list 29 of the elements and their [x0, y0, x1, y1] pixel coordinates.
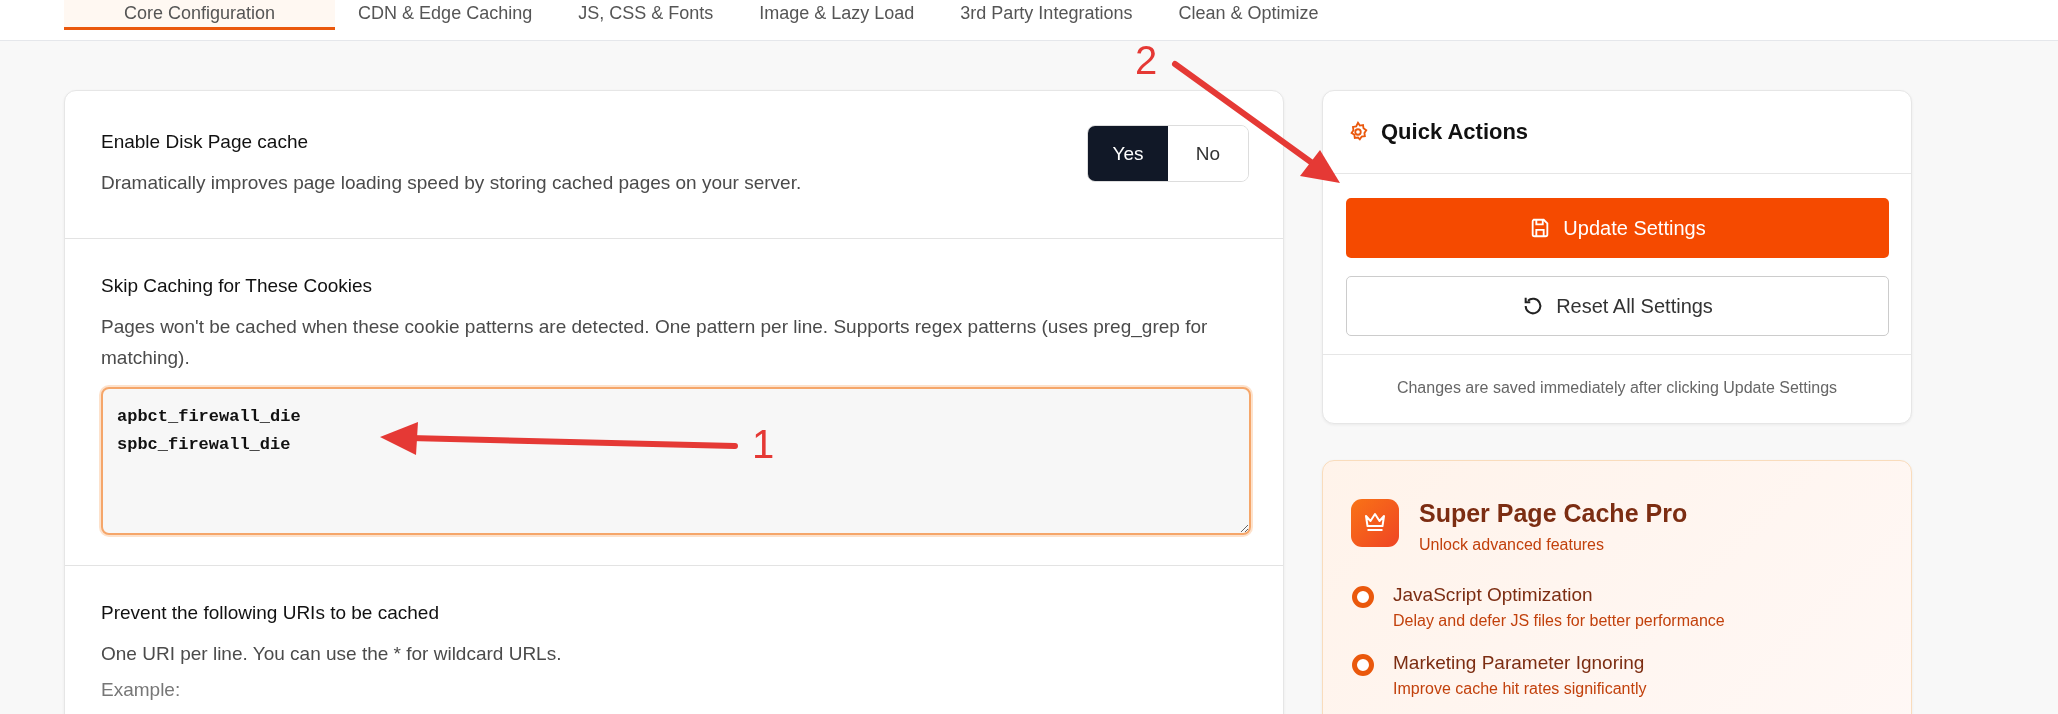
- settings-tab[interactable]: Core Configuration: [64, 0, 336, 30]
- settings-tab[interactable]: Clean & Optimize: [1155, 0, 1342, 30]
- settings-tab[interactable]: Image & Lazy Load: [736, 0, 938, 30]
- setting-title: Prevent the following URIs to be cached: [101, 602, 440, 624]
- feature-title: Marketing Parameter Ignoring: [1393, 652, 1646, 674]
- feature-description: Improve cache hit rates significantly: [1393, 680, 1647, 698]
- setting-title: Skip Caching for These Cookies: [101, 275, 374, 297]
- settings-tab[interactable]: 3rd Party Integrations: [937, 0, 1156, 30]
- card-title: Quick Actions: [1381, 119, 1529, 145]
- settings-tab[interactable]: JS, CSS & Fonts: [555, 0, 737, 30]
- bullet-icon: [1351, 585, 1375, 609]
- update-settings-button[interactable]: Update Settings: [1346, 198, 1889, 258]
- setting-description: Dramatically improves page loading speed by storing cached pages on your server.: [101, 171, 802, 195]
- settings-tab[interactable]: CDN & Edge Caching: [335, 0, 556, 30]
- reset-settings-button[interactable]: Reset All Settings: [1346, 276, 1889, 336]
- setting-description: Pages won't be cached when these cookie patterns are detected. One pattern per line. Supports regex patterns (uses preg_grep for matching).: [101, 315, 1209, 370]
- bullet-icon: [1351, 653, 1375, 677]
- pro-title: Super Page Cache Pro: [1419, 499, 1688, 528]
- feature-title: JavaScript Optimization: [1393, 584, 1594, 606]
- setting-description: One URI per line. You can use the * for wildcard URLs.: [101, 642, 563, 666]
- feature-description: Delay and defer JS files for better performance: [1393, 612, 1725, 630]
- annotation-number: 2: [1135, 40, 1158, 80]
- toggle-option[interactable]: Yes: [1088, 126, 1168, 181]
- save-note: Changes are saved immediately after clicking Update Settings: [1395, 378, 1839, 398]
- pro-subtitle: Unlock advanced features: [1419, 536, 1605, 554]
- annotation-number: 1: [752, 424, 775, 464]
- example-label: Example:: [101, 679, 182, 701]
- crown-icon: [1351, 499, 1399, 547]
- setting-title: Enable Disk Page cache: [101, 131, 309, 153]
